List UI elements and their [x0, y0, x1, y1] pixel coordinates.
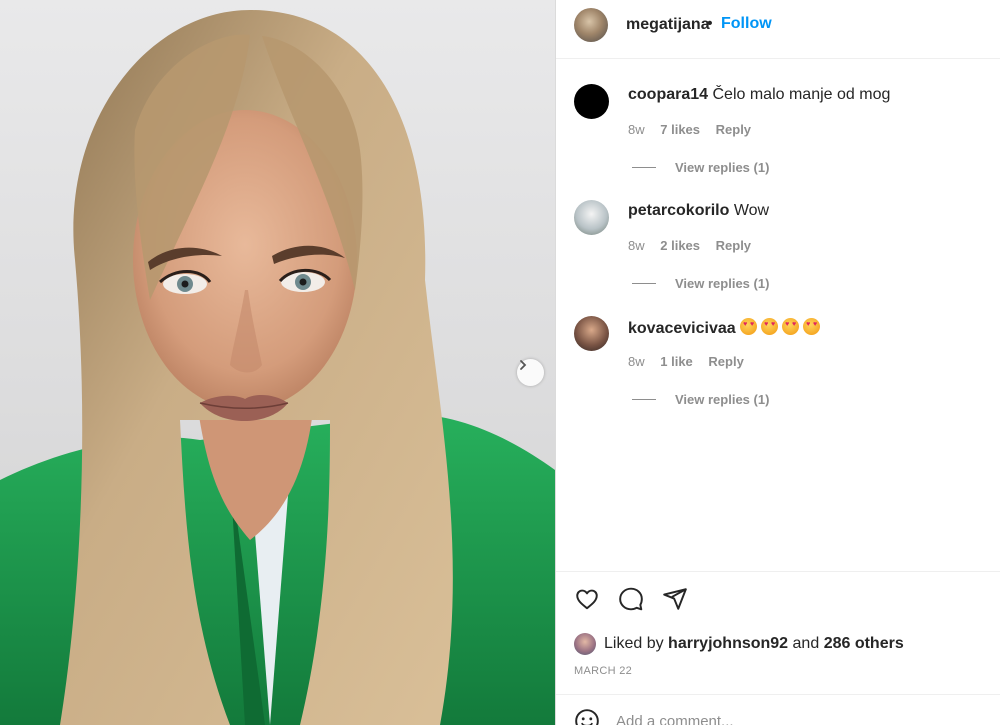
post-date[interactable]: MARCH 22 [574, 665, 632, 677]
heart-icon[interactable] [574, 586, 600, 612]
replies-line [632, 399, 656, 400]
comment-username[interactable]: petarcokorilo [628, 202, 729, 219]
comment-age: 8w [628, 354, 645, 369]
comment-icon[interactable] [618, 586, 644, 612]
liker-username[interactable]: harryjohnson92 [668, 635, 788, 653]
commenter-avatar[interactable] [574, 316, 609, 351]
post-header: megatijana • Follow [556, 0, 1000, 59]
liker-avatar[interactable] [574, 633, 596, 655]
comment-age: 8w [628, 238, 645, 253]
comment-meta: 8w 7 likes Reply [628, 122, 763, 137]
commenter-avatar[interactable] [574, 200, 609, 235]
replies-line [632, 167, 656, 168]
send-icon[interactable] [662, 586, 688, 612]
comment-body: petarcokorilo Wow [628, 202, 769, 220]
comment-username[interactable]: kovacevicivaa [628, 320, 736, 337]
comment-emojis [740, 318, 824, 337]
add-comment-divider [556, 694, 1000, 695]
comment-reply-button[interactable]: Reply [708, 354, 743, 369]
comment-text: Wow [733, 202, 770, 219]
replies-line [632, 283, 656, 284]
post-photo-image [0, 10, 555, 725]
emoji-icon[interactable] [574, 708, 600, 725]
comment-item: petarcokorilo Wow 8w 2 likes Reply View … [556, 200, 1000, 310]
heart-eyes-emoji-icon [803, 318, 821, 335]
comment-item: kovacevicivaa 8w 1 like Reply View repli… [556, 316, 1000, 426]
author-username[interactable]: megatijana [626, 16, 710, 34]
heart-eyes-emoji-icon [782, 318, 800, 335]
heart-eyes-emoji-icon [761, 318, 779, 335]
actions-divider [556, 571, 1000, 572]
view-replies-label: View replies (1) [675, 392, 770, 407]
add-comment-input[interactable] [616, 712, 946, 725]
comment-likes[interactable]: 7 likes [660, 122, 700, 137]
follow-button[interactable]: Follow [721, 15, 772, 33]
comment-body: coopara14 Čelo malo manje od mog [628, 86, 890, 104]
view-replies-label: View replies (1) [675, 276, 770, 291]
view-replies-button[interactable]: View replies (1) [632, 276, 769, 291]
comment-likes[interactable]: 1 like [660, 354, 693, 369]
heart-eyes-emoji-icon [740, 318, 758, 335]
view-replies-label: View replies (1) [675, 160, 770, 175]
author-avatar[interactable] [574, 8, 608, 42]
comment-meta: 8w 2 likes Reply [628, 238, 763, 253]
header-separator: • [707, 15, 713, 32]
comment-username[interactable]: coopara14 [628, 86, 708, 103]
comment-likes[interactable]: 2 likes [660, 238, 700, 253]
view-replies-button[interactable]: View replies (1) [632, 160, 769, 175]
comment-reply-button[interactable]: Reply [716, 122, 751, 137]
comment-item: coopara14 Čelo malo manje od mog 8w 7 li… [556, 84, 1000, 194]
next-photo-button[interactable] [517, 359, 544, 386]
likes-and: and [792, 635, 820, 652]
post-actions [574, 586, 688, 614]
likes-others-link[interactable]: 286 others [824, 635, 904, 653]
commenter-avatar[interactable] [574, 84, 609, 119]
likes-prefix: Liked by [604, 635, 664, 652]
likes-summary: Liked by harryjohnson92 and 286 others [574, 632, 904, 656]
comment-reply-button[interactable]: Reply [716, 238, 751, 253]
post-photo[interactable] [0, 0, 555, 725]
post-side-panel: megatijana • Follow coopara14 Čelo malo … [556, 0, 1000, 725]
add-comment-row [574, 708, 946, 725]
comment-text: Čelo malo manje od mog [712, 86, 891, 103]
comment-body: kovacevicivaa [628, 318, 824, 338]
comment-meta: 8w 1 like Reply [628, 354, 756, 369]
chevron-right-icon [520, 360, 527, 370]
view-replies-button[interactable]: View replies (1) [632, 392, 769, 407]
comment-age: 8w [628, 122, 645, 137]
